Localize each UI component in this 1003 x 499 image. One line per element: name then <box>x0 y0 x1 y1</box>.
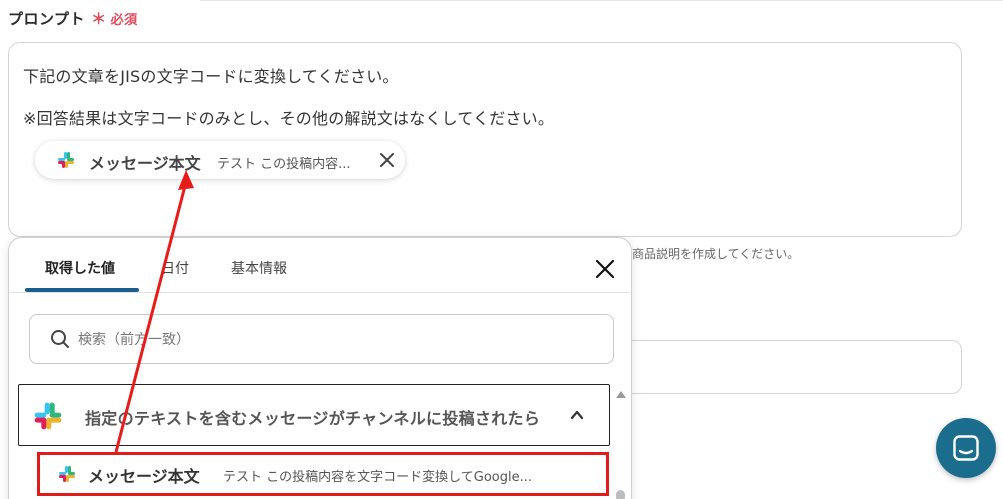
required-text: 必須 <box>110 13 138 28</box>
prompt-line-1: 下記の文章をJISの文字コードに変換してください。 <box>23 67 399 86</box>
tab-acquired-values[interactable]: 取得した値 <box>45 258 115 278</box>
trigger-group-header[interactable]: 指定のテキストを含むメッセージがチャンネルに投稿されたら <box>18 384 610 446</box>
tab-divider <box>9 292 631 293</box>
close-icon[interactable] <box>377 150 397 170</box>
scrollbar-up-arrow[interactable] <box>616 391 626 398</box>
tab-date[interactable]: 日付 <box>161 258 189 278</box>
item-label: メッセージ本文 <box>88 467 200 486</box>
value-picker-popup: 取得した値 日付 基本情報 指定のテキストを含むメッセージがチャンネルに投稿され… <box>8 237 632 499</box>
search-field[interactable] <box>29 314 614 364</box>
search-icon <box>51 330 69 348</box>
helper-text: 商品説明を作成してください。 <box>632 247 800 261</box>
slack-icon <box>59 466 75 482</box>
item-value: テスト この投稿内容を文字コード変換してGoogle... <box>223 470 532 485</box>
chat-support-button[interactable] <box>936 418 996 478</box>
message-body-item[interactable]: メッセージ本文 テスト この投稿内容を文字コード変換してGoogle... <box>37 452 609 496</box>
field-label-text: プロンプト <box>8 10 86 28</box>
chat-icon <box>953 435 979 461</box>
slack-icon <box>34 402 62 430</box>
chip-label: メッセージ本文 <box>89 154 201 173</box>
prompt-textarea[interactable]: 下記の文章をJISの文字コードに変換してください。 ※回答結果は文字コードのみと… <box>8 42 962 237</box>
background-input-field[interactable] <box>620 340 962 394</box>
top-divider <box>200 0 1003 1</box>
tab-basic-info[interactable]: 基本情報 <box>231 258 287 278</box>
required-mark: ＊ <box>91 10 107 28</box>
slack-icon <box>58 152 74 168</box>
prompt-field-label: プロンプト ＊ 必須 <box>8 8 138 29</box>
search-input[interactable] <box>78 328 578 352</box>
prompt-line-2: ※回答結果は文字コードのみとし、その他の解説文はなくしてください。 <box>23 109 555 128</box>
close-icon[interactable] <box>595 259 615 279</box>
scrollbar-thumb[interactable] <box>616 490 625 499</box>
variable-chip[interactable]: メッセージ本文 テスト この投稿内容... <box>35 141 405 179</box>
chip-value: テスト この投稿内容... <box>217 157 351 172</box>
chevron-up-icon[interactable] <box>569 407 585 423</box>
trigger-group-title: 指定のテキストを含むメッセージがチャンネルに投稿されたら <box>85 409 541 428</box>
